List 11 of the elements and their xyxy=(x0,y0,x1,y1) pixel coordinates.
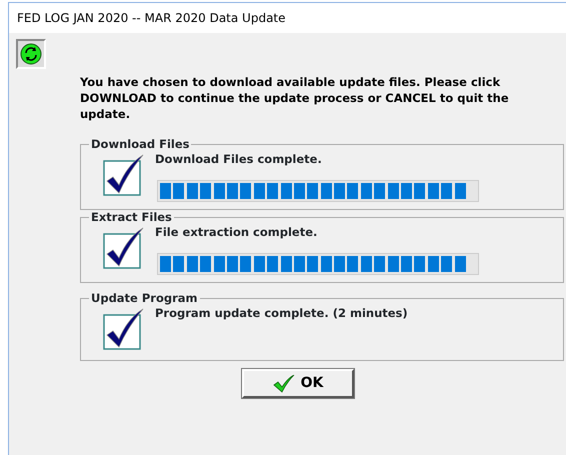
group-title: Download Files xyxy=(89,137,192,151)
instruction-text: You have chosen to download available update files. Please click DOWNLOAD to continue the update process or CANCEL to quit the update. xyxy=(80,74,510,122)
group-title: Extract Files xyxy=(89,210,174,224)
window-title: FED LOG JAN 2020 -- MAR 2020 Data Update xyxy=(9,3,566,33)
group-title: Update Program xyxy=(89,291,200,305)
status-text: Download Files complete. xyxy=(155,151,323,168)
ok-button[interactable]: OK xyxy=(242,369,354,398)
checkmark-icon xyxy=(272,374,295,392)
refresh-icon xyxy=(16,39,46,69)
status-text: Program update complete. (2 minutes) xyxy=(155,305,408,322)
status-text: File extraction complete. xyxy=(155,224,318,241)
